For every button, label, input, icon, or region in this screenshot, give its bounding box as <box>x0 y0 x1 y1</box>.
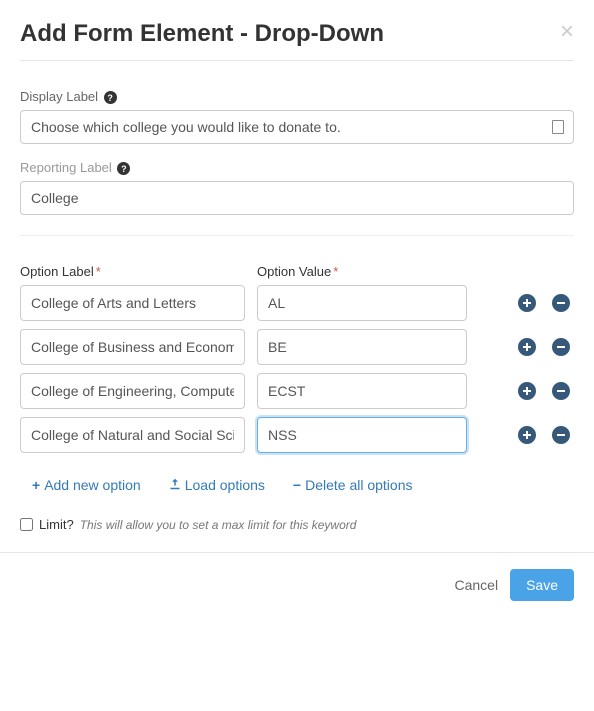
option-value-input[interactable] <box>257 417 467 453</box>
limit-hint: This will allow you to set a max limit f… <box>80 518 357 532</box>
option-value-input[interactable] <box>257 329 467 365</box>
options-header: Option Label* Option Value* <box>20 264 574 279</box>
reporting-label-group: Reporting Label ? <box>20 160 574 215</box>
add-row-button[interactable] <box>518 338 536 356</box>
option-label-input[interactable] <box>20 285 245 321</box>
reporting-label-input[interactable] <box>20 181 574 215</box>
remove-row-button[interactable] <box>552 294 570 312</box>
delete-all-options-button[interactable]: − Delete all options <box>293 477 413 493</box>
help-icon[interactable]: ? <box>117 162 130 175</box>
remove-row-button[interactable] <box>552 426 570 444</box>
option-value-header: Option Value* <box>257 264 574 279</box>
bulk-actions: + Add new option Load options − Delete a… <box>32 477 574 493</box>
option-row <box>20 285 574 321</box>
cancel-button[interactable]: Cancel <box>454 577 498 593</box>
row-actions <box>518 426 574 444</box>
reporting-label-text: Reporting Label <box>20 160 112 175</box>
modal-header: Add Form Element - Drop-Down × <box>20 20 574 61</box>
required-mark: * <box>96 264 101 279</box>
limit-checkbox[interactable] <box>20 518 33 531</box>
add-row-button[interactable] <box>518 426 536 444</box>
reporting-label-label: Reporting Label ? <box>20 160 574 175</box>
row-actions <box>518 382 574 400</box>
limit-label: Limit? <box>39 517 74 532</box>
add-row-button[interactable] <box>518 294 536 312</box>
option-label-input[interactable] <box>20 417 245 453</box>
remove-row-button[interactable] <box>552 338 570 356</box>
help-icon[interactable]: ? <box>104 91 117 104</box>
display-label-input[interactable] <box>20 110 574 144</box>
display-label-label: Display Label ? <box>20 89 574 104</box>
options-container <box>20 285 574 453</box>
remove-row-button[interactable] <box>552 382 570 400</box>
display-label-text: Display Label <box>20 89 98 104</box>
option-label-input[interactable] <box>20 329 245 365</box>
load-options-button[interactable]: Load options <box>169 477 265 493</box>
required-mark: * <box>333 264 338 279</box>
option-row <box>20 373 574 409</box>
add-row-button[interactable] <box>518 382 536 400</box>
option-label-header: Option Label* <box>20 264 245 279</box>
option-row <box>20 329 574 365</box>
option-row <box>20 417 574 453</box>
keyboard-icon <box>552 120 564 134</box>
plus-icon: + <box>32 477 40 493</box>
limit-row: Limit? This will allow you to set a max … <box>20 517 574 532</box>
row-actions <box>518 338 574 356</box>
display-label-group: Display Label ? <box>20 89 574 144</box>
upload-icon <box>169 477 181 493</box>
close-icon[interactable]: × <box>560 20 574 44</box>
minus-icon: − <box>293 477 301 493</box>
row-actions <box>518 294 574 312</box>
display-input-wrapper <box>20 110 574 144</box>
modal-title: Add Form Element - Drop-Down <box>20 20 384 48</box>
add-new-option-button[interactable]: + Add new option <box>32 477 141 493</box>
modal-footer: Cancel Save <box>0 552 594 617</box>
option-value-input[interactable] <box>257 285 467 321</box>
divider <box>20 235 574 236</box>
save-button[interactable]: Save <box>510 569 574 601</box>
option-value-input[interactable] <box>257 373 467 409</box>
modal: Add Form Element - Drop-Down × Display L… <box>0 0 594 532</box>
option-label-input[interactable] <box>20 373 245 409</box>
